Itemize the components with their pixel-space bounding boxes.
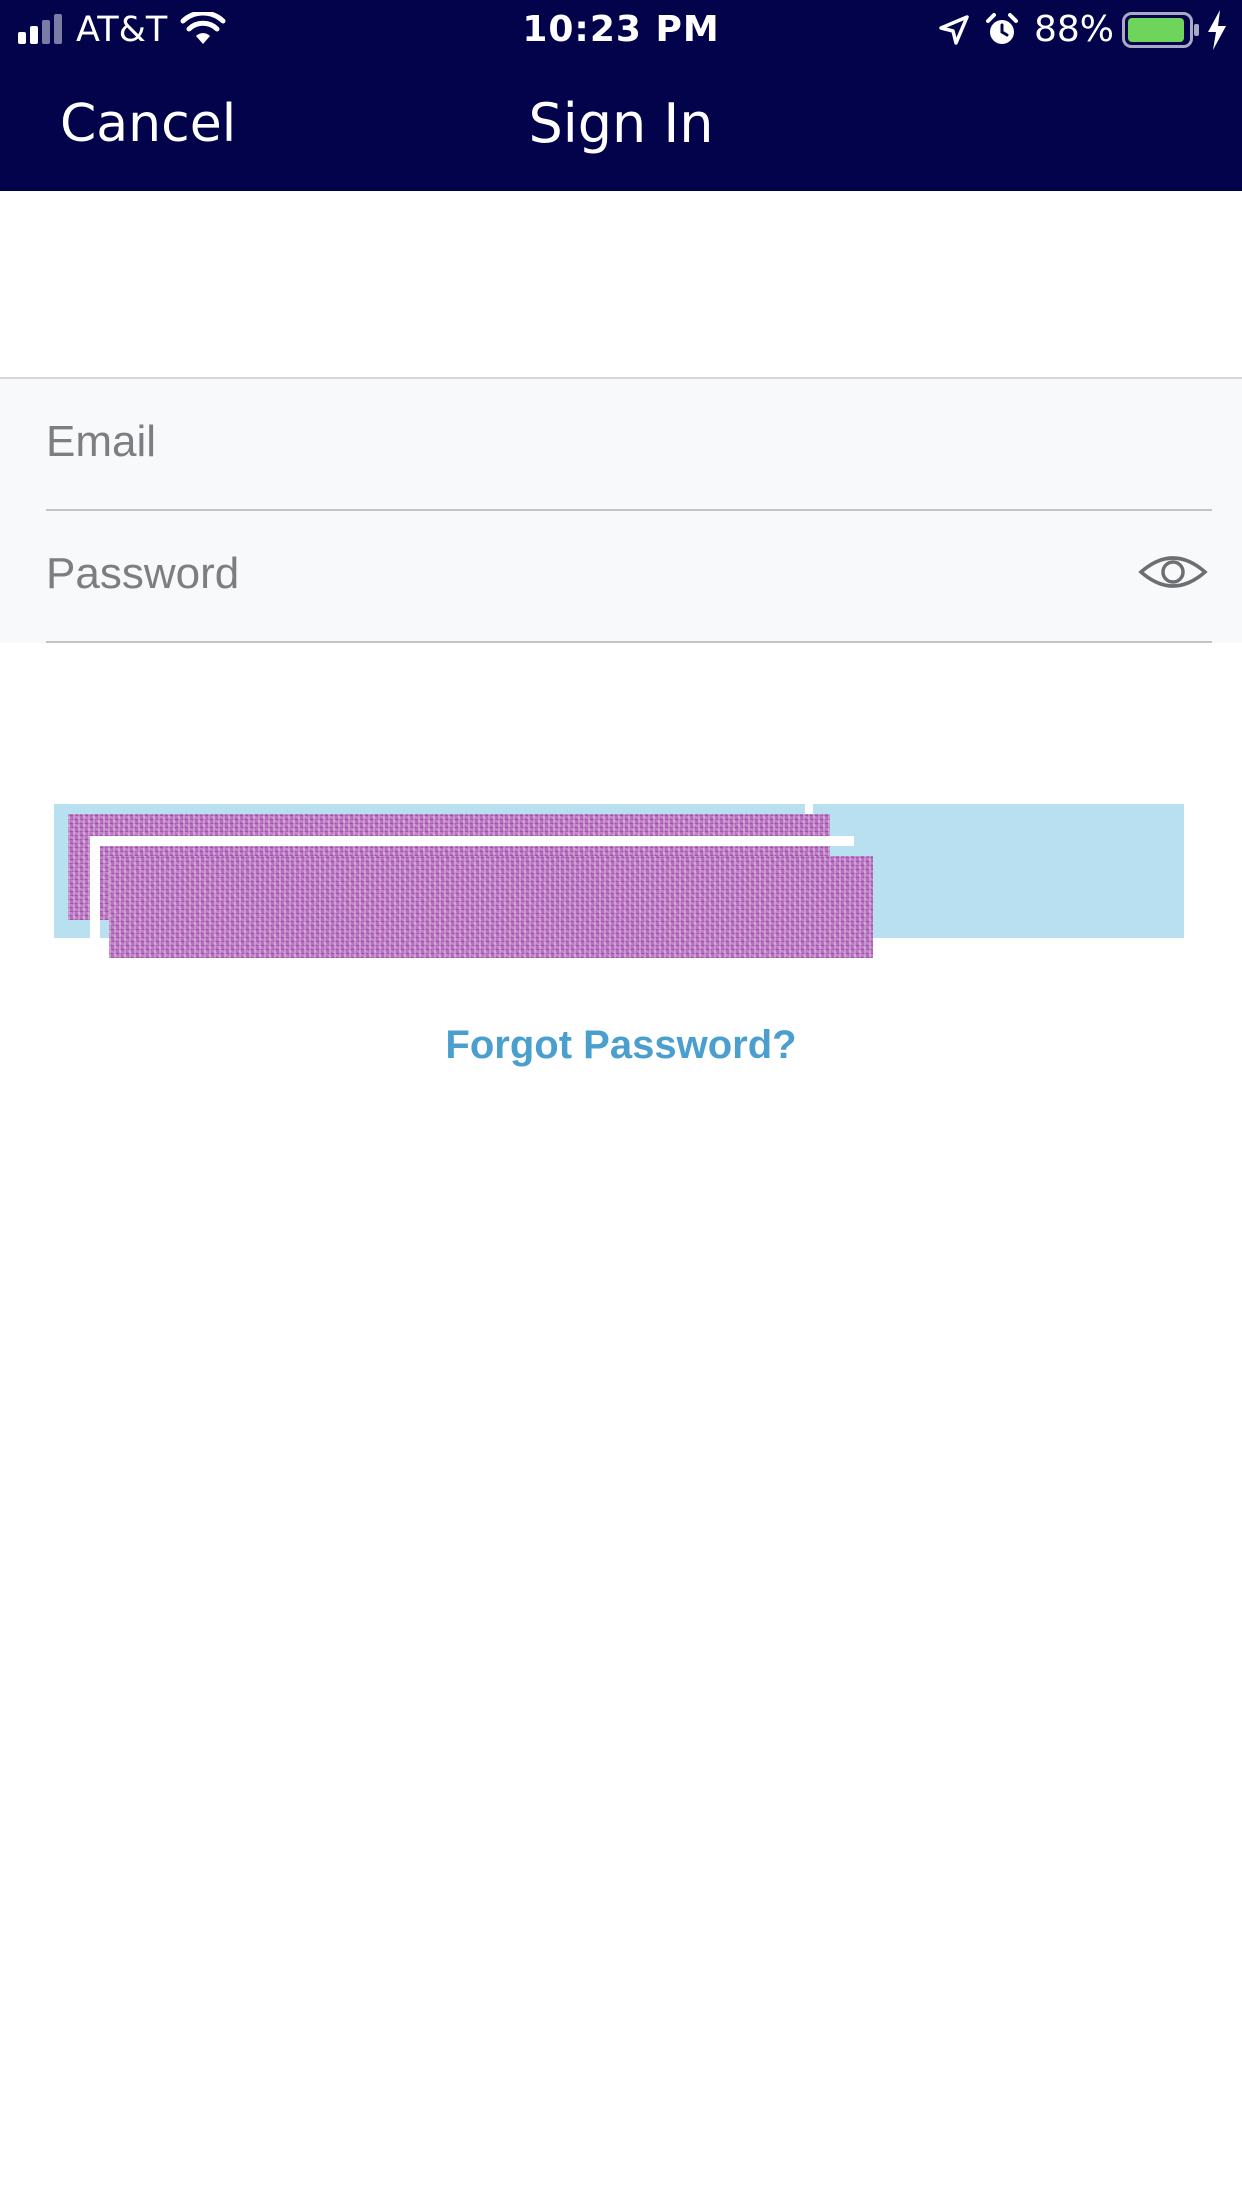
redacted-label-front: [109, 856, 873, 958]
email-field[interactable]: Email: [46, 379, 1212, 511]
top-bar: AT&T 10:23 PM 88% Cancel Sign In: [0, 0, 1242, 191]
battery-icon: [1122, 12, 1199, 48]
password-placeholder: Password: [46, 549, 240, 598]
password-field[interactable]: Password: [46, 511, 1212, 643]
page-title: Sign In: [528, 92, 714, 155]
status-bar: AT&T 10:23 PM 88%: [0, 0, 1242, 62]
location-icon: [939, 15, 969, 45]
battery-percent: 88%: [1034, 9, 1115, 50]
redaction-frame-side: [90, 836, 100, 938]
alarm-icon: [986, 13, 1018, 44]
email-placeholder: Email: [46, 417, 157, 466]
eye-icon[interactable]: [1138, 547, 1208, 597]
forgot-password-link[interactable]: Forgot Password?: [0, 1020, 1242, 1070]
redaction-frame: [90, 836, 854, 846]
charging-icon: [1208, 10, 1226, 50]
sign-in-button[interactable]: [48, 800, 1188, 962]
sign-in-form: Email Password: [0, 377, 1242, 643]
